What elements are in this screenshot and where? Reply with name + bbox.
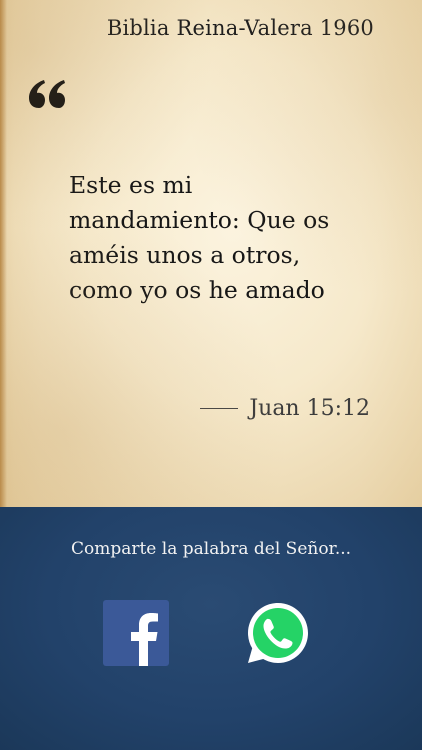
whatsapp-share-button[interactable] <box>245 600 311 666</box>
app-title: Biblia Reina-Valera 1960 <box>106 16 374 40</box>
share-prompt: Comparte la palabra del Señor... <box>70 539 352 559</box>
verse-card: Biblia Reina-Valera 1960 Este es mi mand… <box>0 0 422 507</box>
facebook-icon <box>103 600 169 666</box>
verse-reference: Juan 15:12 <box>249 396 370 421</box>
reference-dash <box>200 408 239 409</box>
opening-quote-icon <box>27 78 69 112</box>
share-panel: Comparte la palabra del Señor... <box>0 507 422 750</box>
facebook-share-button[interactable] <box>103 600 169 666</box>
verse-text: Este es mi mandamiento: Que os améis uno… <box>69 171 330 304</box>
verse-reference-row: Juan 15:12 <box>200 396 370 421</box>
whatsapp-icon <box>248 603 308 663</box>
